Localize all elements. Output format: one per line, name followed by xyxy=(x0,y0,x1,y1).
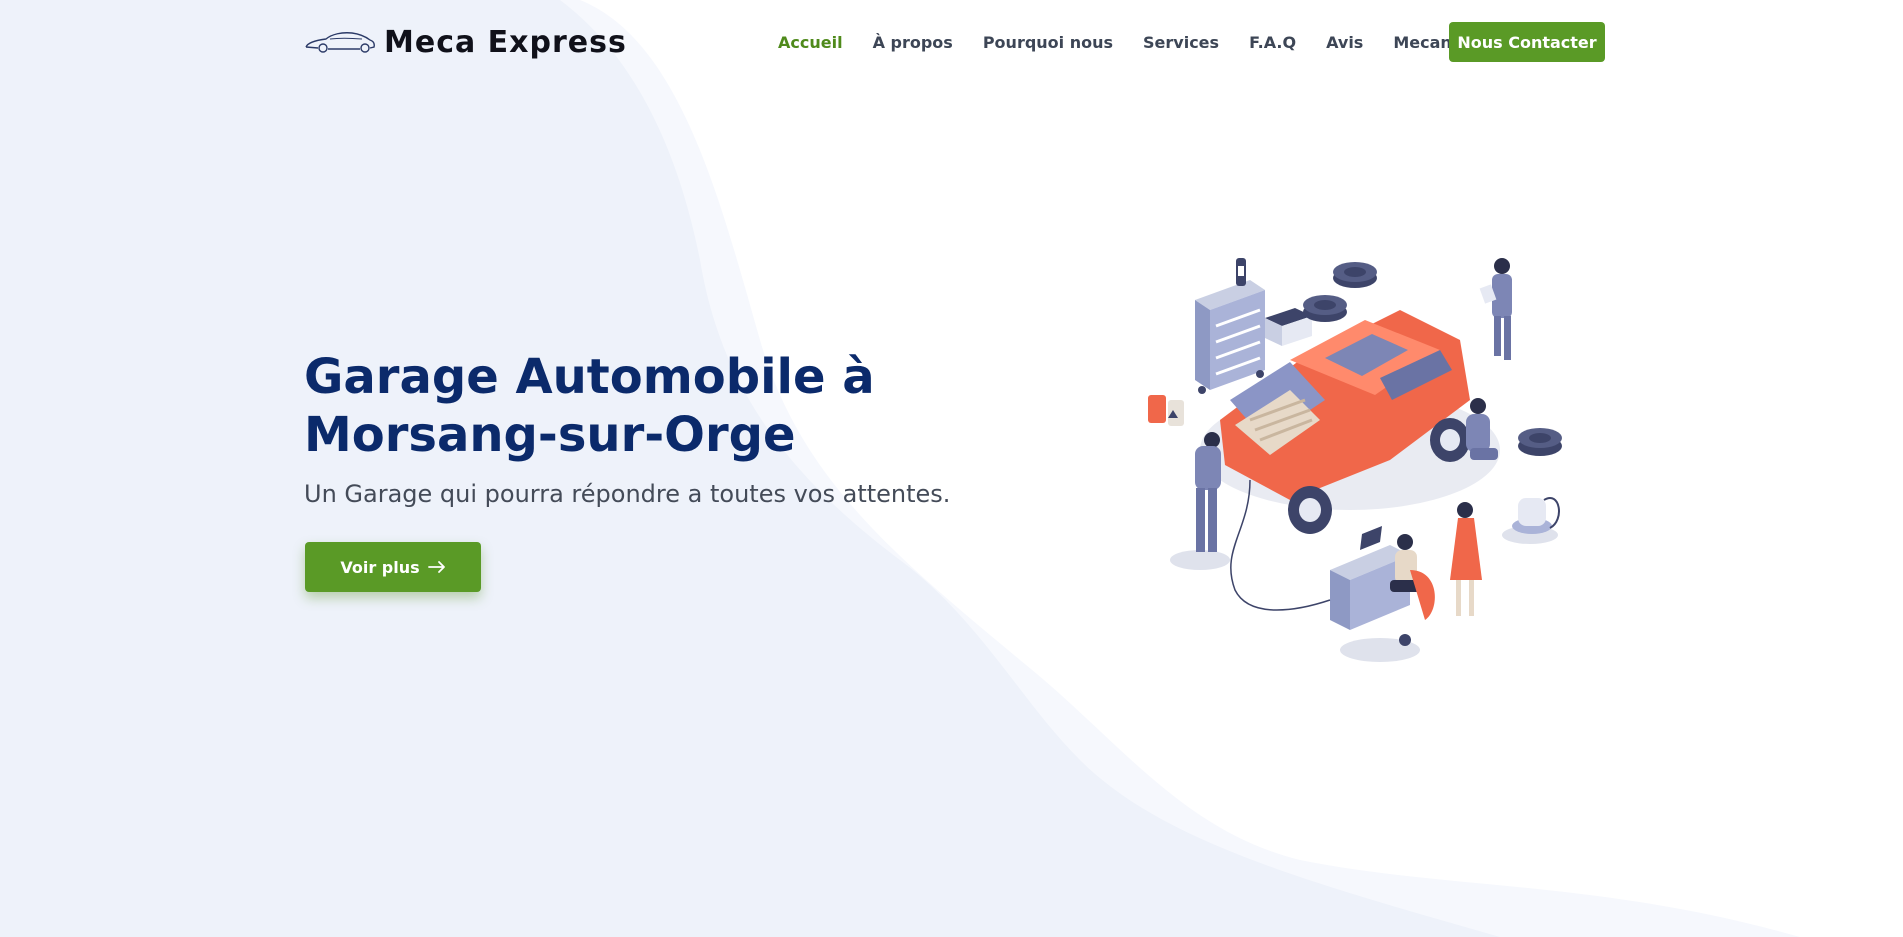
hero-title: Garage Automobile à Morsang-sur-Orge xyxy=(304,348,1064,464)
vacuum-cleaner xyxy=(1512,497,1560,534)
desk-with-technician xyxy=(1330,526,1435,646)
nav-item-a-propos[interactable]: À propos xyxy=(858,33,968,52)
nav-item-avis[interactable]: Avis xyxy=(1311,33,1378,52)
fuel-cans xyxy=(1148,395,1184,426)
hero-subtitle: Un Garage qui pourra répondre a toutes v… xyxy=(304,480,951,508)
nav-item-faq[interactable]: F.A.Q xyxy=(1234,33,1311,52)
main-nav: Accueil À propos Pourquoi nous Services … xyxy=(763,22,1523,62)
customer-woman xyxy=(1450,502,1482,616)
mechanic-kneeling xyxy=(1466,398,1498,460)
site-header: Meca Express Accueil À propos Pourquoi n… xyxy=(0,0,1903,84)
nav-item-pourquoi-nous[interactable]: Pourquoi nous xyxy=(968,33,1128,52)
hero-title-line2: Morsang-sur-Orge xyxy=(304,407,796,463)
logo[interactable]: Meca Express xyxy=(304,22,627,62)
mechanic-front xyxy=(1195,432,1221,552)
nav-item-services[interactable]: Services xyxy=(1128,33,1234,52)
arrow-right-icon xyxy=(427,561,445,573)
nav-item-accueil[interactable]: Accueil xyxy=(763,33,858,52)
tool-cabinet xyxy=(1195,258,1265,394)
mechanic-with-tablet xyxy=(1479,258,1512,360)
contact-button[interactable]: Nous Contacter xyxy=(1449,22,1605,62)
voir-plus-button[interactable]: Voir plus xyxy=(305,542,481,592)
hero-title-line1: Garage Automobile à xyxy=(304,349,875,405)
logo-text: Meca Express xyxy=(384,24,627,60)
car-outline-icon xyxy=(305,32,375,53)
voir-plus-label: Voir plus xyxy=(340,557,420,577)
background-wave xyxy=(0,0,1800,937)
garage-mechanics-illustration xyxy=(1148,258,1562,662)
